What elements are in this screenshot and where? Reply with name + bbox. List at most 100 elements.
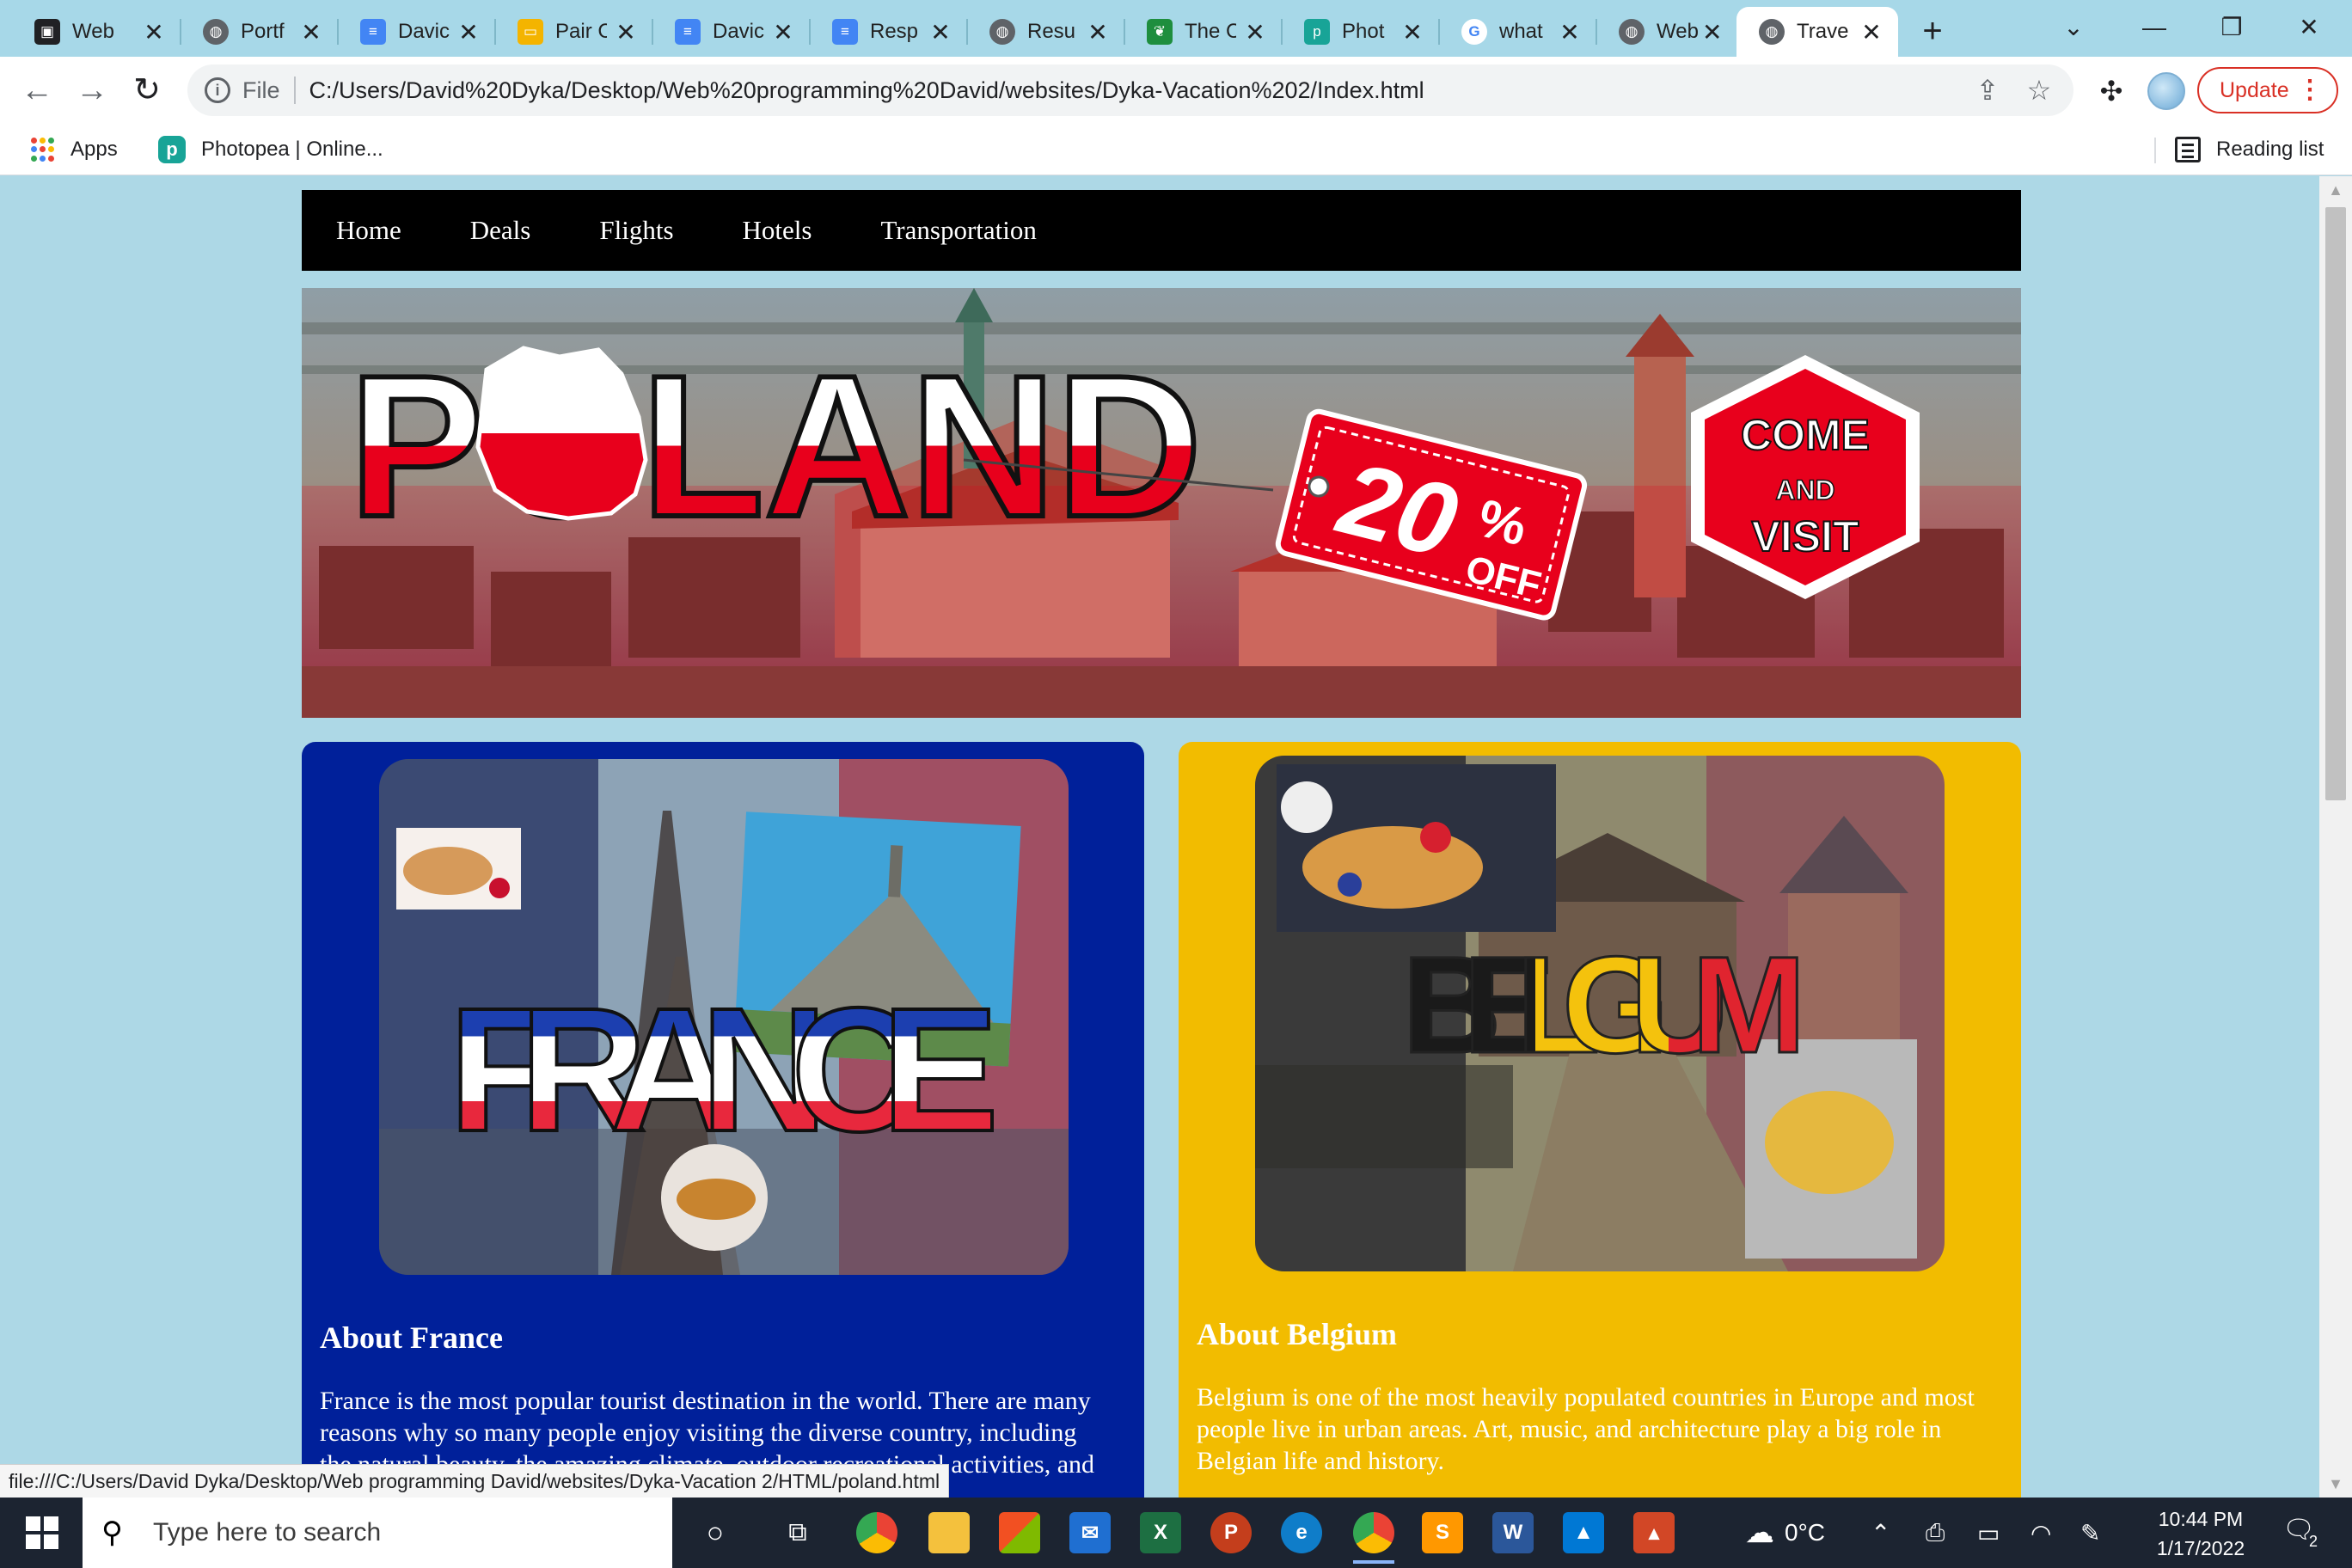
reading-list-label: Reading list xyxy=(2216,138,2324,161)
back-arrow-icon[interactable]: ← xyxy=(12,65,62,115)
close-icon[interactable]: ✕ xyxy=(1857,18,1886,46)
url-scheme: File xyxy=(242,77,280,103)
browser-toolbar: ← → ↻ i File C:/Users/David%20Dyka/Deskt… xyxy=(0,57,2352,124)
close-icon[interactable]: ✕ xyxy=(1083,18,1112,46)
close-icon[interactable]: ✕ xyxy=(769,18,798,46)
nav-hotels[interactable]: Hotels xyxy=(743,215,812,246)
mail-icon[interactable]: ✉ xyxy=(1069,1512,1111,1553)
paint-3d-icon[interactable]: ▴ xyxy=(1633,1512,1675,1553)
belgium-title-art: BELGIUM xyxy=(1402,928,1806,1081)
restore-icon[interactable]: ❐ xyxy=(2197,5,2266,50)
france-title-art: FRANCE xyxy=(449,971,999,1168)
close-icon[interactable]: ✕ xyxy=(611,18,640,46)
close-icon[interactable]: ✕ xyxy=(1398,18,1427,46)
wifi-icon[interactable]: ◠ xyxy=(2030,1515,2051,1551)
meet-now-icon[interactable]: ⎙ xyxy=(1926,1515,1945,1551)
share-icon[interactable]: ⇪ xyxy=(1970,73,2005,107)
bookmark-apps[interactable]: Apps xyxy=(31,132,118,167)
address-bar[interactable]: i File C:/Users/David%20Dyka/Desktop/Web… xyxy=(187,64,2073,116)
forward-arrow-icon[interactable]: → xyxy=(67,65,117,115)
weather-widget[interactable]: ☁ 0°C xyxy=(1745,1515,1825,1551)
scroll-up-arrow-icon[interactable]: ▲ xyxy=(2319,176,2352,204)
sublime-text-icon[interactable]: S xyxy=(1422,1512,1463,1553)
nav-transportation[interactable]: Transportation xyxy=(880,215,1036,246)
poland-promo-banner[interactable]: POLAND 20 % OFF COME AND VISIT xyxy=(302,288,2021,718)
window-close-icon[interactable]: ✕ xyxy=(2275,5,2343,50)
france-collage-image[interactable]: FRANCE xyxy=(379,759,1069,1275)
close-icon[interactable]: ✕ xyxy=(926,18,955,46)
cortana-icon[interactable]: ○ xyxy=(695,1512,736,1553)
microsoft-store-icon[interactable] xyxy=(999,1512,1040,1553)
tab-photopea[interactable]: p Phot ✕ xyxy=(1282,7,1440,57)
close-icon[interactable]: ✕ xyxy=(1240,18,1270,46)
tab-label: Pair C xyxy=(555,20,607,43)
extensions-puzzle-icon[interactable]: ✣ xyxy=(2092,72,2130,110)
minimize-icon[interactable]: — xyxy=(2120,5,2189,50)
update-button[interactable]: Update ⋮ xyxy=(2197,67,2338,113)
bookmark-photopea[interactable]: p Photopea | Online... xyxy=(158,132,383,167)
close-icon[interactable]: ✕ xyxy=(297,18,326,46)
photos-icon[interactable]: ▲ xyxy=(1563,1512,1604,1553)
word-icon[interactable]: W xyxy=(1492,1512,1534,1553)
excel-icon[interactable]: X xyxy=(1140,1512,1181,1553)
nav-home[interactable]: Home xyxy=(336,215,401,246)
tab-web[interactable]: ▣ Web ✕ xyxy=(12,7,181,57)
profile-avatar[interactable] xyxy=(2147,72,2185,110)
tab-slides[interactable]: ▭ Pair C ✕ xyxy=(495,7,653,57)
file-explorer-icon[interactable] xyxy=(928,1512,970,1553)
pen-icon[interactable]: ✎ xyxy=(2080,1515,2100,1551)
close-icon[interactable]: ✕ xyxy=(454,18,483,46)
update-label: Update xyxy=(2220,77,2289,102)
google-docs-icon: ≡ xyxy=(360,19,386,45)
tab-travel-active[interactable]: ◍ Trave ✕ xyxy=(1736,7,1898,57)
badge-line-2: AND xyxy=(1775,475,1834,505)
tab-resume[interactable]: ◍ Resu ✕ xyxy=(967,7,1125,57)
tab-doc-1[interactable]: ≡ Davic ✕ xyxy=(338,7,496,57)
action-center-icon[interactable]: 🗨 2 xyxy=(2278,1515,2319,1551)
reload-icon[interactable]: ↻ xyxy=(122,65,172,115)
taskbar-clock[interactable]: 10:44 PM 1/17/2022 xyxy=(2123,1504,2278,1563)
edge-icon[interactable]: e xyxy=(1281,1512,1322,1553)
url-text[interactable]: C:/Users/David%20Dyka/Desktop/Web%20prog… xyxy=(309,77,1424,104)
belgium-collage-image[interactable]: BELGIUM xyxy=(1255,756,1945,1271)
tab-web-2[interactable]: ◍ Web ✕ xyxy=(1596,7,1736,57)
reading-list-button[interactable]: Reading list xyxy=(2175,132,2324,167)
windows-start-icon[interactable] xyxy=(26,1516,58,1549)
chrome-active-icon[interactable] xyxy=(1353,1512,1394,1564)
close-icon[interactable]: ✕ xyxy=(1555,18,1584,46)
notification-count: 2 xyxy=(2308,1533,2318,1550)
chrome-icon[interactable] xyxy=(856,1512,897,1553)
site-info-icon[interactable]: i xyxy=(205,77,230,103)
tray-chevron-up-icon[interactable]: ⌃ xyxy=(1871,1515,1890,1551)
task-view-icon[interactable]: ⧉ xyxy=(777,1512,818,1553)
new-tab-button[interactable]: + xyxy=(1910,9,1955,53)
tab-doc-3[interactable]: ≡ Resp ✕ xyxy=(810,7,968,57)
close-icon[interactable]: ✕ xyxy=(1700,18,1724,46)
tab-the[interactable]: ❦ The C ✕ xyxy=(1124,7,1283,57)
tab-doc-2[interactable]: ≡ Davic ✕ xyxy=(652,7,811,57)
tab-google-search[interactable]: G what ✕ xyxy=(1439,7,1597,57)
taskbar-search-box[interactable]: ⚲ Type here to search xyxy=(83,1498,672,1568)
close-icon[interactable]: ✕ xyxy=(139,18,168,46)
bookmark-label: Photopea | Online... xyxy=(201,138,383,161)
leaf-icon: ❦ xyxy=(1147,19,1173,45)
page-scrollbar[interactable]: ▲ ▼ xyxy=(2319,176,2352,1498)
site-navigation: Home Deals Flights Hotels Transportation xyxy=(302,190,2021,271)
temperature: 0°C xyxy=(1785,1519,1825,1546)
photopea-icon: p xyxy=(1304,19,1330,45)
badge-line-3: VISIT xyxy=(1751,512,1859,560)
powerpoint-icon[interactable]: P xyxy=(1210,1512,1252,1553)
france-heading: About France xyxy=(320,1320,503,1355)
bookmark-star-icon[interactable]: ☆ xyxy=(2022,73,2056,107)
nav-deals[interactable]: Deals xyxy=(470,215,531,246)
belgium-collage-graphic: BELGIUM xyxy=(1255,756,1945,1271)
scrollbar-thumb[interactable] xyxy=(2325,207,2346,800)
page-viewport: Home Deals Flights Hotels Transportation xyxy=(0,176,2319,1498)
tab-search-chevron-icon[interactable]: ⌄ xyxy=(2039,5,2108,50)
battery-icon[interactable]: ▭ xyxy=(1977,1515,2000,1551)
tab-label: Web xyxy=(72,20,114,43)
tab-portfolio[interactable]: ◍ Portf ✕ xyxy=(181,7,339,57)
tab-label: Davic xyxy=(713,20,764,43)
scroll-down-arrow-icon[interactable]: ▼ xyxy=(2319,1470,2352,1498)
nav-flights[interactable]: Flights xyxy=(599,215,673,246)
